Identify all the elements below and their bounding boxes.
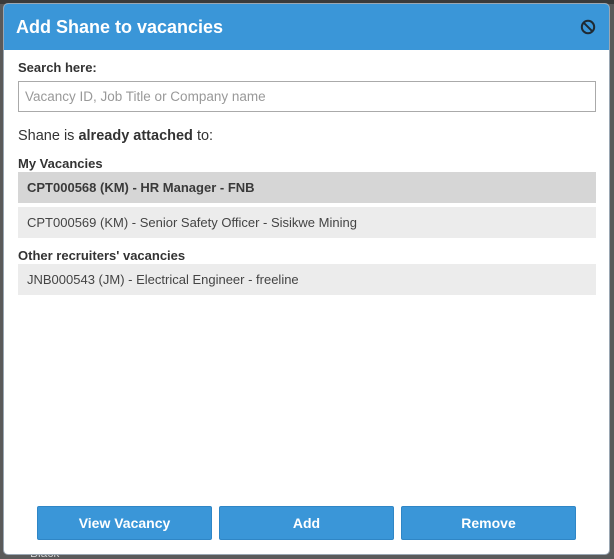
vacancy-item-text: JNB000543 (JM) - Electrical Engineer - f… xyxy=(27,272,299,287)
attached-line: Shane is already attached to: xyxy=(18,128,595,144)
dialog-title: Add Shane to vacancies xyxy=(16,16,224,37)
add-button[interactable]: Add xyxy=(219,506,394,540)
my-vacancies-label: My Vacancies xyxy=(18,156,103,171)
attached-prefix: Shane is xyxy=(18,128,79,144)
vacancy-item[interactable]: CPT000568 (KM) - HR Manager - FNB xyxy=(18,172,596,203)
vacancy-item[interactable]: JNB000543 (JM) - Electrical Engineer - f… xyxy=(18,264,596,295)
dialog-body: Search here: Shane is already attached t… xyxy=(4,50,609,295)
vacancy-item-text: CPT000568 (KM) - HR Manager - FNB xyxy=(27,180,255,195)
vacancy-item[interactable]: CPT000569 (KM) - Senior Safety Officer -… xyxy=(18,207,596,238)
remove-button[interactable]: Remove xyxy=(401,506,576,540)
attached-emphasis: already attached xyxy=(78,128,193,144)
add-to-vacancies-dialog: Add Shane to vacancies Search here: Shan… xyxy=(3,3,610,555)
vacancy-item-text: CPT000569 (KM) - Senior Safety Officer -… xyxy=(27,215,357,230)
view-vacancy-button[interactable]: View Vacancy xyxy=(37,506,212,540)
search-input[interactable] xyxy=(18,81,596,112)
other-vacancies-label: Other recruiters' vacancies xyxy=(18,248,186,263)
attached-suffix: to: xyxy=(192,128,214,144)
search-label: Search here: xyxy=(18,60,97,75)
dialog-footer: View Vacancy Add Remove xyxy=(4,506,609,540)
dialog-header: Add Shane to vacancies xyxy=(4,4,609,50)
ban-icon[interactable] xyxy=(579,18,597,36)
